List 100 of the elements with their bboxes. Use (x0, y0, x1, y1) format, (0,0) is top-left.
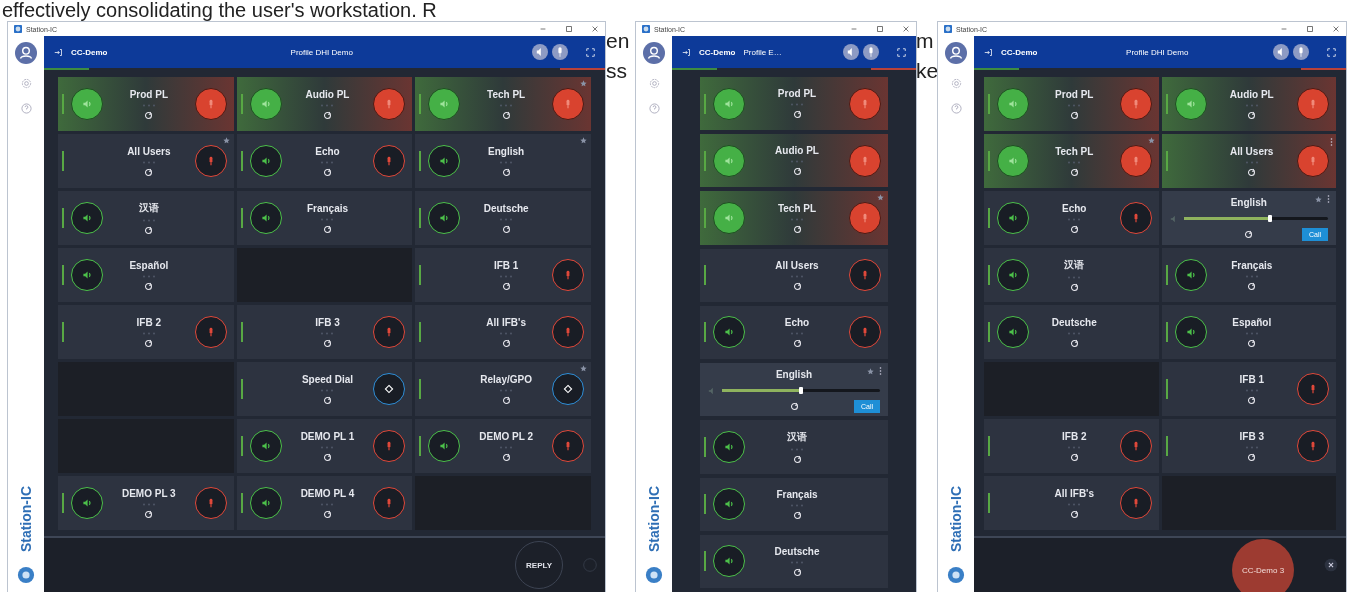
user-avatar-icon[interactable] (15, 42, 37, 64)
expand-icon[interactable] (897, 47, 906, 57)
dial-button[interactable] (373, 373, 406, 405)
loop-icon[interactable] (144, 167, 154, 177)
talk-button[interactable] (849, 202, 881, 235)
star-icon[interactable] (1315, 195, 1322, 203)
talk-button[interactable] (552, 316, 584, 348)
maximize-icon[interactable] (876, 25, 884, 33)
loop-icon[interactable] (323, 452, 332, 462)
listen-button[interactable] (71, 202, 103, 234)
exit-icon[interactable] (984, 47, 993, 57)
close-icon[interactable] (591, 25, 599, 33)
loop-icon[interactable] (323, 395, 332, 405)
star-icon[interactable] (580, 137, 587, 144)
loop-icon[interactable] (792, 510, 802, 520)
listen-button[interactable] (997, 202, 1029, 234)
loop-icon[interactable] (1247, 395, 1257, 405)
talk-button[interactable] (849, 87, 881, 120)
active-call-button[interactable]: CC-Demo 3 (1232, 539, 1294, 592)
speaker-button[interactable] (843, 44, 859, 60)
talk-button[interactable] (1119, 145, 1152, 177)
exit-icon[interactable] (682, 47, 691, 57)
loop-icon[interactable] (323, 110, 332, 120)
listen-button[interactable] (71, 88, 103, 120)
loop-icon[interactable] (789, 401, 799, 411)
microphone-button[interactable] (552, 44, 568, 60)
talk-button[interactable] (1297, 430, 1329, 462)
talk-button[interactable] (373, 88, 406, 120)
talk-button[interactable] (1119, 202, 1152, 234)
loop-icon[interactable] (144, 226, 154, 235)
talk-button[interactable] (373, 316, 406, 348)
loop-icon[interactable] (501, 452, 511, 462)
listen-button[interactable] (428, 430, 461, 462)
talk-button[interactable] (1119, 88, 1152, 120)
exit-icon[interactable] (54, 47, 63, 57)
loop-icon[interactable] (1247, 338, 1257, 348)
loop-icon[interactable] (1247, 110, 1257, 120)
loop-icon[interactable] (1069, 509, 1079, 519)
listen-button[interactable] (249, 487, 282, 519)
listen-button[interactable] (997, 259, 1029, 291)
star-icon[interactable] (580, 80, 587, 87)
loop-icon[interactable] (792, 339, 802, 348)
listen-button[interactable] (713, 202, 745, 235)
user-avatar-icon[interactable] (643, 42, 665, 64)
talk-button[interactable] (1119, 430, 1152, 462)
loop-icon[interactable] (144, 338, 154, 348)
loop-icon[interactable] (1069, 110, 1079, 120)
talk-button[interactable] (373, 430, 406, 462)
listen-button[interactable] (713, 488, 745, 521)
loop-icon[interactable] (1069, 452, 1079, 462)
loop-icon[interactable] (501, 167, 511, 177)
listen-button[interactable] (249, 202, 282, 234)
listen-button[interactable] (997, 316, 1029, 348)
talk-button[interactable] (1297, 145, 1329, 177)
close-icon[interactable] (1324, 558, 1338, 572)
dial-button[interactable] (552, 373, 584, 405)
loop-icon[interactable] (501, 395, 511, 405)
loop-icon[interactable] (501, 281, 511, 291)
volume-slider[interactable] (722, 389, 880, 393)
loop-icon[interactable] (1247, 281, 1257, 291)
loop-icon[interactable] (501, 338, 511, 348)
listen-button[interactable] (428, 88, 461, 120)
loop-icon[interactable] (501, 110, 511, 120)
loop-icon[interactable] (144, 509, 154, 519)
listen-button[interactable] (1174, 259, 1207, 291)
close-icon[interactable] (902, 25, 910, 33)
more-icon[interactable] (1330, 137, 1333, 147)
loop-icon[interactable] (323, 338, 332, 348)
loop-icon[interactable] (1244, 230, 1254, 240)
speaker-button[interactable] (1273, 44, 1289, 60)
microphone-button[interactable] (1293, 44, 1309, 60)
star-icon[interactable] (877, 194, 884, 202)
expand-icon[interactable] (586, 47, 595, 57)
listen-button[interactable] (249, 430, 282, 462)
listen-button[interactable] (71, 259, 103, 291)
star-icon[interactable] (580, 365, 587, 372)
loop-icon[interactable] (1247, 167, 1257, 177)
more-icon[interactable] (1327, 194, 1330, 204)
loop-icon[interactable] (1247, 452, 1257, 462)
loop-icon[interactable] (323, 509, 332, 519)
listen-button[interactable] (713, 430, 745, 463)
listen-button[interactable] (1174, 88, 1207, 120)
user-avatar-icon[interactable] (945, 42, 967, 64)
talk-button[interactable] (373, 487, 406, 519)
talk-button[interactable] (849, 144, 881, 177)
talk-button[interactable] (194, 316, 227, 348)
loop-icon[interactable] (792, 224, 802, 234)
loop-icon[interactable] (323, 167, 332, 177)
loop-icon[interactable] (792, 110, 802, 120)
loop-icon[interactable] (792, 567, 802, 577)
expand-icon[interactable] (1327, 47, 1336, 57)
speaker-button[interactable] (532, 44, 548, 60)
loop-icon[interactable] (1069, 338, 1079, 348)
loop-icon[interactable] (1069, 224, 1079, 234)
listen-button[interactable] (249, 88, 282, 120)
talk-button[interactable] (849, 259, 881, 292)
listen-button[interactable] (713, 316, 745, 349)
maximize-icon[interactable] (1306, 25, 1314, 33)
listen-button[interactable] (1174, 316, 1207, 348)
star-icon[interactable] (222, 137, 230, 144)
